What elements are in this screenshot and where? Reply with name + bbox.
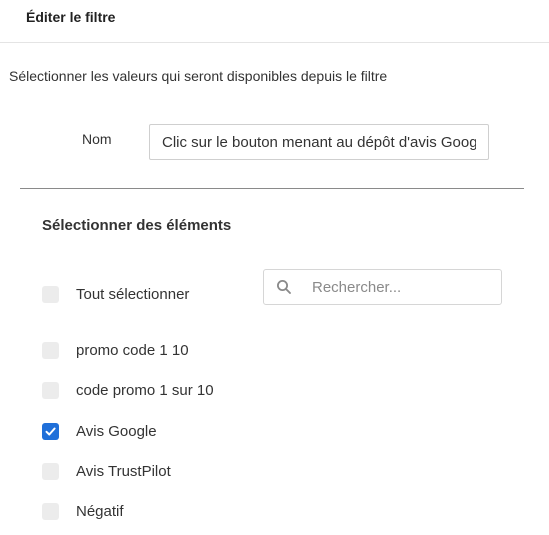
- item-label: Négatif: [76, 502, 124, 520]
- list-item[interactable]: code promo 1 sur 10: [42, 380, 214, 400]
- select-all-checkbox[interactable]: [42, 285, 59, 303]
- dialog-header: Éditer le filtre: [0, 0, 549, 43]
- list-item[interactable]: promo code 1 10: [42, 340, 189, 360]
- name-label: Nom: [82, 131, 112, 147]
- item-checkbox[interactable]: [42, 462, 59, 480]
- section-divider: [20, 188, 524, 189]
- item-label: code promo 1 sur 10: [76, 381, 214, 399]
- name-input[interactable]: [149, 124, 489, 160]
- dialog-title: Éditer le filtre: [26, 9, 116, 25]
- item-label: Avis TrustPilot: [76, 462, 171, 480]
- item-label: promo code 1 10: [76, 341, 189, 359]
- checkmark-icon: [45, 427, 56, 435]
- item-checkbox[interactable]: [42, 502, 59, 520]
- list-item[interactable]: Avis Google: [42, 421, 157, 441]
- item-checkbox[interactable]: [42, 341, 59, 359]
- list-item[interactable]: Avis TrustPilot: [42, 461, 171, 481]
- filter-description: Sélectionner les valeurs qui seront disp…: [9, 68, 388, 84]
- section-title: Sélectionner des éléments: [42, 217, 232, 234]
- search-input[interactable]: [312, 270, 492, 304]
- item-checkbox-checked[interactable]: [42, 422, 59, 440]
- search-box[interactable]: [263, 269, 502, 305]
- select-all-row[interactable]: Tout sélectionner: [42, 284, 189, 304]
- search-icon: [277, 280, 291, 294]
- list-item[interactable]: Négatif: [42, 501, 124, 521]
- item-checkbox[interactable]: [42, 381, 59, 399]
- select-all-label: Tout sélectionner: [76, 285, 190, 303]
- item-label: Avis Google: [76, 422, 157, 440]
